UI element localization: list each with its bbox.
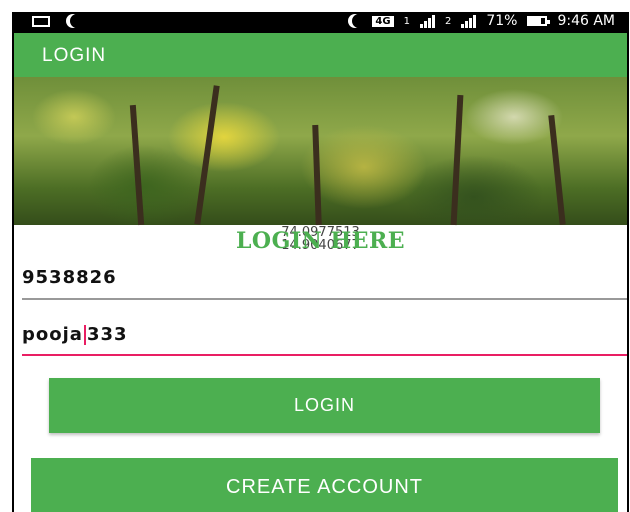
app-bar: LOGIN (14, 33, 627, 77)
phone-field[interactable]: 9538826 (22, 267, 117, 288)
network-type-badge: 4G (372, 15, 394, 27)
signal-icon (461, 14, 477, 28)
moon-icon (352, 14, 366, 28)
app-bar-title: LOGIN (42, 45, 107, 66)
sim1-label: 1 (403, 15, 410, 27)
battery-icon (527, 16, 551, 26)
status-bar: 4G 1 2 71% 9:46 AM (14, 12, 627, 33)
text-cursor (83, 325, 86, 345)
password-field-underline (22, 354, 627, 356)
password-field[interactable]: pooja 333 (22, 324, 128, 345)
moon-icon (70, 14, 84, 28)
signal-icon (419, 14, 435, 28)
create-account-button[interactable]: CREATE ACCOUNT (31, 458, 618, 512)
app-screen: 4G 1 2 71% 9:46 AM LOGIN 74.0977513 14.9… (12, 12, 629, 512)
forest-banner-image (14, 77, 627, 226)
gallery-icon (32, 15, 50, 27)
battery-percent: 71% (486, 13, 518, 29)
login-heading: LOGIN HERE (235, 228, 406, 254)
clock: 9:46 AM (557, 13, 615, 29)
password-text-after: 333 (86, 324, 128, 345)
sim2-label: 2 (444, 15, 452, 27)
phone-field-underline (22, 298, 627, 300)
login-button[interactable]: LOGIN (49, 378, 600, 433)
password-text-before: pooja (22, 324, 83, 345)
